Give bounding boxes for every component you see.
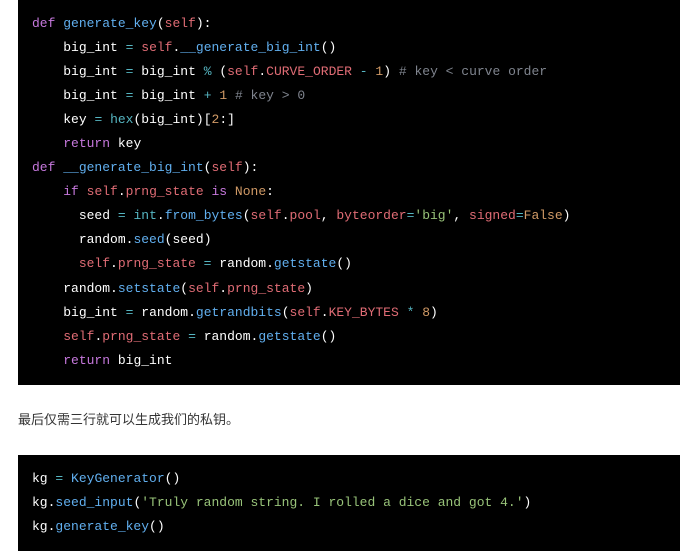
number: 1 bbox=[219, 88, 227, 103]
var: big_int bbox=[141, 64, 196, 79]
module: random bbox=[219, 256, 266, 271]
self: self bbox=[227, 64, 258, 79]
var: kg bbox=[32, 495, 48, 510]
self: self bbox=[63, 329, 94, 344]
code-block-2: kg = KeyGenerator() kg.seed_input('Truly… bbox=[18, 455, 680, 551]
keyword-return: return bbox=[63, 353, 110, 368]
var: big_int bbox=[63, 40, 118, 55]
attr: prng_state bbox=[227, 281, 305, 296]
class-call: KeyGenerator bbox=[71, 471, 165, 486]
method: getstate bbox=[274, 256, 336, 271]
self: self bbox=[290, 305, 321, 320]
var: kg bbox=[32, 519, 48, 534]
var: big_int bbox=[141, 88, 196, 103]
method: setstate bbox=[118, 281, 180, 296]
method: from_bytes bbox=[165, 208, 243, 223]
var: big_int bbox=[63, 305, 118, 320]
var: key bbox=[118, 136, 141, 151]
keyword-def: def bbox=[32, 160, 55, 175]
attr: prng_state bbox=[126, 184, 204, 199]
module: random bbox=[141, 305, 188, 320]
attr: prng_state bbox=[118, 256, 196, 271]
attr: KEY_BYTES bbox=[329, 305, 399, 320]
method: seed bbox=[133, 232, 164, 247]
self: self bbox=[141, 40, 172, 55]
number: 8 bbox=[422, 305, 430, 320]
none-literal: None bbox=[235, 184, 266, 199]
kwarg: byteorder bbox=[336, 208, 406, 223]
var: seed bbox=[79, 208, 110, 223]
module: random bbox=[79, 232, 126, 247]
self-param: self bbox=[165, 16, 196, 31]
module: random bbox=[204, 329, 251, 344]
comment: # key < curve order bbox=[399, 64, 547, 79]
builtin-int: int bbox=[133, 208, 156, 223]
keyword-is: is bbox=[212, 184, 228, 199]
method-call: __generate_big_int bbox=[180, 40, 320, 55]
var: big_int bbox=[63, 88, 118, 103]
method: getrandbits bbox=[196, 305, 282, 320]
keyword-return: return bbox=[63, 136, 110, 151]
code-block-1: def generate_key(self): big_int = self._… bbox=[18, 0, 680, 385]
self: self bbox=[87, 184, 118, 199]
self: self bbox=[79, 256, 110, 271]
var: kg bbox=[32, 471, 48, 486]
keyword-def: def bbox=[32, 16, 55, 31]
method: generate_key bbox=[55, 519, 149, 534]
kwarg: signed bbox=[469, 208, 516, 223]
func-name: __generate_big_int bbox=[63, 160, 203, 175]
bool: False bbox=[524, 208, 563, 223]
arg: big_int bbox=[141, 112, 196, 127]
attr: pool bbox=[290, 208, 321, 223]
string: 'big' bbox=[414, 208, 453, 223]
var: big_int bbox=[118, 353, 173, 368]
prose-text: 最后仅需三行就可以生成我们的私钥。 bbox=[18, 409, 680, 431]
var: big_int bbox=[63, 64, 118, 79]
module: random bbox=[63, 281, 110, 296]
keyword-if: if bbox=[63, 184, 79, 199]
method: seed_input bbox=[55, 495, 133, 510]
arg: seed bbox=[172, 232, 203, 247]
attr: CURVE_ORDER bbox=[266, 64, 352, 79]
method: getstate bbox=[258, 329, 320, 344]
self-param: self bbox=[211, 160, 242, 175]
string: 'Truly random string. I rolled a dice an… bbox=[141, 495, 523, 510]
var: key bbox=[63, 112, 86, 127]
comment: # key > 0 bbox=[235, 88, 305, 103]
builtin: hex bbox=[110, 112, 133, 127]
attr: prng_state bbox=[102, 329, 180, 344]
func-name: generate_key bbox=[63, 16, 157, 31]
self: self bbox=[251, 208, 282, 223]
self: self bbox=[188, 281, 219, 296]
